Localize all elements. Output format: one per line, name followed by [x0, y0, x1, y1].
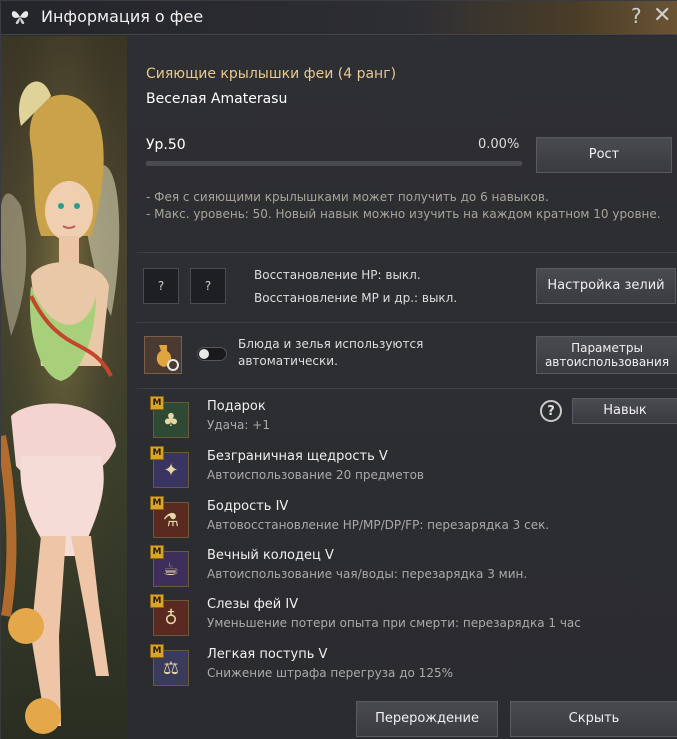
skill-row[interactable]: ⚗ M Бодрость IV Автовосстановление HP/MP/DP…	[150, 496, 553, 538]
exp-bar	[146, 161, 522, 166]
fairy-notes: - Фея с сияющими крылышками может получи…	[146, 189, 661, 223]
mp-potion-slot[interactable]: ?	[190, 268, 226, 304]
toggle-knob	[199, 349, 209, 359]
auto-potion-icon	[144, 336, 182, 374]
rebirth-button[interactable]: Перерождение	[356, 701, 498, 737]
fairy-details: Сияющие крылышки феи (4 ранг) Веселая Am…	[127, 36, 677, 739]
hp-recovery-status: Восстановление HP: выкл.	[254, 268, 421, 282]
note-line: - Фея с сияющими крылышками может получи…	[146, 190, 549, 204]
skill-row[interactable]: ♁ M Слезы фей IV Уменьшение потери опыта пр…	[150, 594, 581, 636]
potion-settings-button[interactable]: Настройка зелий	[536, 268, 676, 304]
skill-description: Автоиспользование чая/воды: перезарядка …	[207, 567, 528, 581]
auto-use-text: Блюда и зелья используются автоматически…	[238, 337, 424, 368]
auto-use-toggle[interactable]	[197, 347, 227, 361]
skill-description: Автоиспользование 20 предметов	[207, 468, 424, 482]
mastery-badge: M	[150, 496, 164, 510]
fairy-portrait	[1, 36, 127, 739]
divider	[137, 252, 677, 253]
fairy-name: Сияющие крылышки феи (4 ранг)	[146, 66, 397, 82]
skill-row[interactable]: ♣ M Подарок Удача: +1	[150, 396, 553, 438]
skill-row[interactable]: ☕ M Вечный колодец V Автоиспользование чая/…	[150, 545, 553, 587]
skill-description: Удача: +1	[207, 418, 270, 432]
fairy-nickname: Веселая Amaterasu	[146, 91, 288, 107]
mastery-badge: M	[150, 545, 164, 559]
mastery-badge: M	[150, 644, 164, 658]
note-line: - Макс. уровень: 50. Новый навык можно и…	[146, 207, 661, 221]
fairy-level: Ур.50	[146, 137, 186, 153]
mp-recovery-status: Восстановление MP и др.: выкл.	[254, 291, 458, 305]
skill-name: Подарок	[207, 399, 266, 414]
mastery-badge: M	[150, 594, 164, 608]
close-icon[interactable]: ✕	[653, 3, 671, 28]
skill-description: Уменьшение потери опыта при смерти: пере…	[207, 616, 581, 630]
divider	[137, 322, 677, 323]
divider	[137, 388, 677, 389]
help-icon[interactable]: ?	[631, 4, 642, 28]
skill-button[interactable]: Навык	[572, 398, 677, 424]
auto-use-settings-button[interactable]: Параметры автоиспользования	[536, 336, 677, 374]
skill-description: Автовосстановление HP/MP/DP/FP: перезаря…	[207, 518, 550, 532]
skill-name: Легкая поступь V	[207, 647, 328, 662]
exp-percent: 0.00%	[478, 137, 520, 152]
skill-row[interactable]: ⚖ M Легкая поступь V Снижение штрафа перегр…	[150, 644, 553, 686]
mastery-badge: M	[150, 446, 164, 460]
hide-button[interactable]: Скрыть	[510, 701, 677, 737]
skill-name: Слезы фей IV	[207, 597, 299, 612]
window-title: Информация о фее	[41, 7, 204, 26]
mastery-badge: M	[150, 396, 164, 410]
fairy-info-window: Информация о фее ? ✕ Сияющие крылышки фе…	[0, 0, 677, 739]
butterfly-icon	[11, 11, 29, 24]
hp-potion-slot[interactable]: ?	[143, 268, 179, 304]
title-bar: Информация о фее ? ✕	[1, 1, 677, 35]
skill-name: Вечный колодец V	[207, 548, 334, 563]
skill-name: Безграничная щедрость V	[207, 449, 388, 464]
skill-row[interactable]: ✦ M Безграничная щедрость V Автоиспользован…	[150, 446, 553, 488]
skill-name: Бодрость IV	[207, 499, 289, 514]
skill-description: Снижение штрафа перегруза до 125%	[207, 666, 453, 680]
grow-button[interactable]: Рост	[536, 137, 672, 173]
